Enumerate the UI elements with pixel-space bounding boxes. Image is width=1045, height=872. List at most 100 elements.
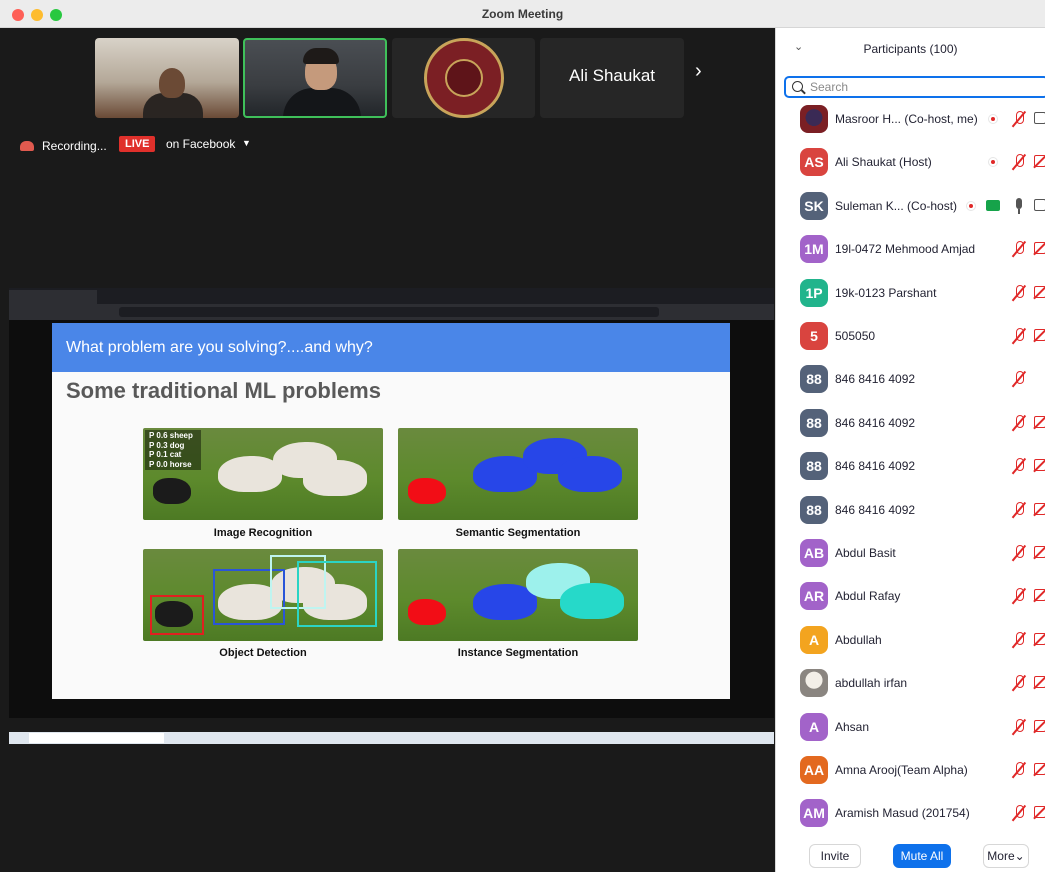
video-camera-off-icon[interactable] xyxy=(1034,763,1045,775)
video-camera-icon[interactable] xyxy=(1034,198,1045,211)
tile-participant-name: Ali Shaukat xyxy=(569,66,655,85)
participant-row[interactable]: 88 846 8416 4092 xyxy=(776,403,1045,446)
caret-down-icon[interactable]: ▼ xyxy=(242,138,251,148)
microphone-muted-icon[interactable] xyxy=(1012,327,1026,345)
microphone-muted-icon[interactable] xyxy=(1012,414,1026,432)
microphone-icon[interactable] xyxy=(1012,197,1026,215)
avatar: 1M xyxy=(800,235,828,264)
video-camera-off-icon[interactable] xyxy=(1034,632,1045,645)
avatar xyxy=(800,105,828,133)
figure-caption: Instance Segmentation xyxy=(457,647,579,659)
participants-panel: ⌄ Participants (100) Masroor H... (Co-ho… xyxy=(775,28,1045,872)
cloud-record-icon xyxy=(20,141,34,151)
participant-name: Ahsan xyxy=(835,719,870,734)
probability-label: P 0.0 horse xyxy=(149,459,192,469)
windows-taskbar xyxy=(9,732,774,744)
participant-row[interactable]: Masroor H... (Co-host, me) xyxy=(776,99,1045,142)
microphone-muted-icon[interactable] xyxy=(1012,718,1026,736)
recording-dot-icon xyxy=(966,200,976,211)
video-camera-off-icon[interactable] xyxy=(1034,502,1045,515)
video-camera-off-icon[interactable] xyxy=(1034,415,1045,428)
avatar: 88 xyxy=(800,452,828,481)
video-tile-active-speaker[interactable] xyxy=(243,38,387,118)
slide-title: Some traditional ML problems xyxy=(66,378,381,403)
avatar: AB xyxy=(800,539,828,567)
avatar: AM xyxy=(800,799,828,828)
video-camera-off-icon[interactable] xyxy=(1034,719,1045,732)
participant-row[interactable]: 88 846 8416 4092 xyxy=(776,490,1045,533)
participant-name: Amna Arooj(Team Alpha) xyxy=(835,763,968,777)
name-tile[interactable]: Ali Shaukat xyxy=(540,38,684,118)
microphone-muted-icon[interactable] xyxy=(1012,544,1026,562)
participant-row[interactable]: A Ahsan xyxy=(776,707,1045,750)
dog-segment-shape xyxy=(408,478,446,504)
figure-caption: Image Recognition xyxy=(213,527,313,539)
logo-tile[interactable] xyxy=(392,38,535,118)
invite-button[interactable]: Invite xyxy=(809,844,861,868)
participant-name: Abdullah xyxy=(835,632,882,647)
object-detection-figure xyxy=(143,549,383,641)
mute-all-button[interactable]: Mute All xyxy=(893,844,951,868)
microphone-muted-icon[interactable] xyxy=(1012,761,1026,779)
avatar: 1P xyxy=(800,278,828,307)
participant-name: Ali Shaukat (Host) xyxy=(835,155,932,170)
avatar: A xyxy=(800,712,828,741)
recording-dot-icon xyxy=(988,114,998,124)
participant-row[interactable]: AB Abdul Basit xyxy=(776,533,1045,576)
participant-row[interactable]: AA Amna Arooj(Team Alpha) xyxy=(776,750,1045,793)
participant-name: abdullah irfan xyxy=(835,676,908,691)
microphone-muted-icon[interactable] xyxy=(1012,501,1026,519)
participant-row[interactable]: A Abdullah xyxy=(776,620,1045,663)
recording-dot-icon xyxy=(988,157,998,168)
video-camera-off-icon[interactable] xyxy=(1034,155,1045,168)
participant-row[interactable]: 1P 19k-0123 Parshant xyxy=(776,273,1045,316)
video-camera-off-icon[interactable] xyxy=(1034,285,1045,298)
participant-row[interactable]: 5 505050 xyxy=(776,316,1045,359)
microphone-muted-icon[interactable] xyxy=(1012,587,1026,605)
video-camera-off-icon[interactable] xyxy=(1034,242,1045,255)
recording-indicator[interactable]: Recording... xyxy=(20,137,107,155)
image-recognition-figure: P 0.6 sheep P 0.3 dog P 0.1 cat P 0.0 ho… xyxy=(143,428,383,520)
video-camera-off-icon[interactable] xyxy=(1034,329,1045,341)
participant-row[interactable]: 1M 19l-0472 Mehmood Amjad xyxy=(776,229,1045,272)
video-camera-icon[interactable] xyxy=(1034,112,1045,124)
microphone-muted-icon[interactable] xyxy=(1012,110,1026,128)
video-camera-off-icon[interactable] xyxy=(1034,589,1045,602)
video-camera-off-icon[interactable] xyxy=(1034,806,1045,819)
microphone-muted-icon[interactable] xyxy=(1012,284,1026,302)
participant-row[interactable]: abdullah irfan xyxy=(776,663,1045,706)
participant-row[interactable]: 88 846 8416 4092 xyxy=(776,359,1045,402)
participant-row[interactable]: AM Aramish Masud (201754) xyxy=(776,793,1045,836)
microphone-muted-icon[interactable] xyxy=(1012,631,1026,649)
microphone-muted-icon[interactable] xyxy=(1012,240,1026,258)
live-badge[interactable]: LIVE xyxy=(119,136,156,152)
participant-name: 846 8416 4092 xyxy=(835,502,916,517)
video-camera-off-icon[interactable] xyxy=(1034,459,1045,472)
microphone-muted-icon[interactable] xyxy=(1012,153,1026,171)
participant-video-hair xyxy=(303,48,339,64)
sheep-segment-shape xyxy=(560,583,624,619)
participant-row[interactable]: SK Suleman K... (Co-host) xyxy=(776,186,1045,229)
microphone-muted-icon[interactable] xyxy=(1012,370,1026,388)
participant-search[interactable] xyxy=(784,76,1045,98)
avatar: A xyxy=(800,625,828,654)
participant-row[interactable]: AS Ali Shaukat (Host) xyxy=(776,142,1045,185)
zoom-window: Zoom Meeting Ali Shaukat › Recording... xyxy=(0,0,1045,872)
microphone-muted-icon[interactable] xyxy=(1012,674,1026,692)
video-camera-off-icon[interactable] xyxy=(1034,676,1045,689)
screen-share-icon xyxy=(986,199,1000,211)
live-target-label[interactable]: on Facebook xyxy=(166,137,235,151)
search-input[interactable] xyxy=(810,79,1040,95)
microphone-muted-icon[interactable] xyxy=(1012,804,1026,822)
avatar xyxy=(800,669,828,698)
chevron-right-icon[interactable]: › xyxy=(695,61,702,81)
figure-caption: Object Detection xyxy=(219,647,307,659)
participant-row[interactable]: AR Abdul Rafay xyxy=(776,576,1045,619)
more-button[interactable]: More⌄ xyxy=(983,844,1029,868)
video-tile[interactable] xyxy=(95,38,239,118)
video-camera-off-icon[interactable] xyxy=(1034,546,1045,558)
semantic-segmentation-figure xyxy=(398,428,638,520)
microphone-muted-icon[interactable] xyxy=(1012,457,1026,475)
participant-row[interactable]: 88 846 8416 4092 xyxy=(776,446,1045,489)
search-icon xyxy=(792,81,803,92)
